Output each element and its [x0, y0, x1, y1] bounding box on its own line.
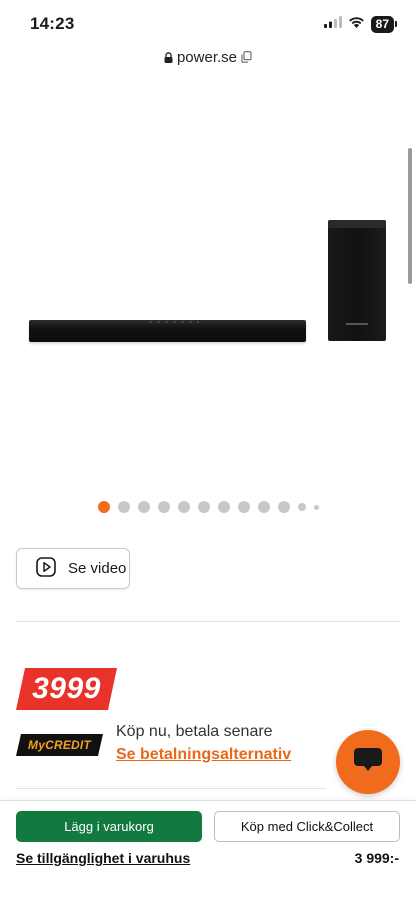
credit-title: Köp nu, betala senare: [116, 723, 273, 740]
status-icons: 87: [323, 15, 398, 33]
click-collect-button[interactable]: Köp med Click&Collect: [214, 811, 400, 842]
wifi-icon: [348, 15, 365, 33]
play-icon: [36, 556, 56, 581]
status-bar: 14:23 87: [0, 0, 416, 46]
video-button-label: Se video: [68, 560, 127, 577]
lock-icon: [164, 51, 173, 63]
carousel-indicator: [0, 500, 416, 514]
chat-bubble-icon: [353, 747, 383, 778]
soundbar-image: [29, 320, 306, 342]
mycredit-logo-text: MyCREDIT: [28, 738, 91, 752]
carousel-dot[interactable]: [137, 501, 150, 513]
divider: [16, 788, 326, 789]
chat-button[interactable]: [336, 730, 400, 794]
battery-icon: 87: [370, 15, 398, 33]
carousel-dot[interactable]: [313, 504, 319, 510]
carousel-dot[interactable]: [257, 501, 270, 513]
signal-icon: [323, 15, 342, 33]
carousel-dot[interactable]: [117, 501, 130, 513]
carousel-dot[interactable]: [217, 501, 230, 513]
bottom-action-bar: Lägg i varukorg Köp med Click&Collect Se…: [0, 800, 416, 900]
copy-icon[interactable]: [241, 51, 252, 63]
carousel-dot[interactable]: [237, 501, 250, 513]
carousel-dot[interactable]: [157, 501, 170, 513]
url-bar[interactable]: power.se: [0, 46, 416, 68]
payment-options-link[interactable]: Se betalningsalternativ: [116, 746, 291, 764]
product-image[interactable]: [0, 200, 416, 360]
divider: [16, 621, 400, 622]
video-button[interactable]: Se video: [16, 548, 130, 589]
carousel-dot-active[interactable]: [97, 501, 110, 513]
carousel-dot[interactable]: [277, 501, 290, 513]
add-to-cart-button[interactable]: Lägg i varukorg: [16, 811, 202, 842]
status-time: 14:23: [30, 14, 75, 33]
subwoofer-image: [328, 220, 386, 341]
mycredit-logo: MyCREDIT: [16, 734, 103, 756]
bottom-price: 3 999:-: [354, 850, 399, 866]
carousel-dot[interactable]: [177, 501, 190, 513]
price-value: 3999: [32, 672, 101, 705]
carousel-dot[interactable]: [197, 501, 210, 513]
url-text[interactable]: power.se: [177, 49, 237, 66]
carousel-dot[interactable]: [297, 503, 306, 511]
store-availability-link[interactable]: Se tillgänglighet i varuhus: [16, 850, 190, 866]
price-tag: 3999: [16, 668, 117, 710]
